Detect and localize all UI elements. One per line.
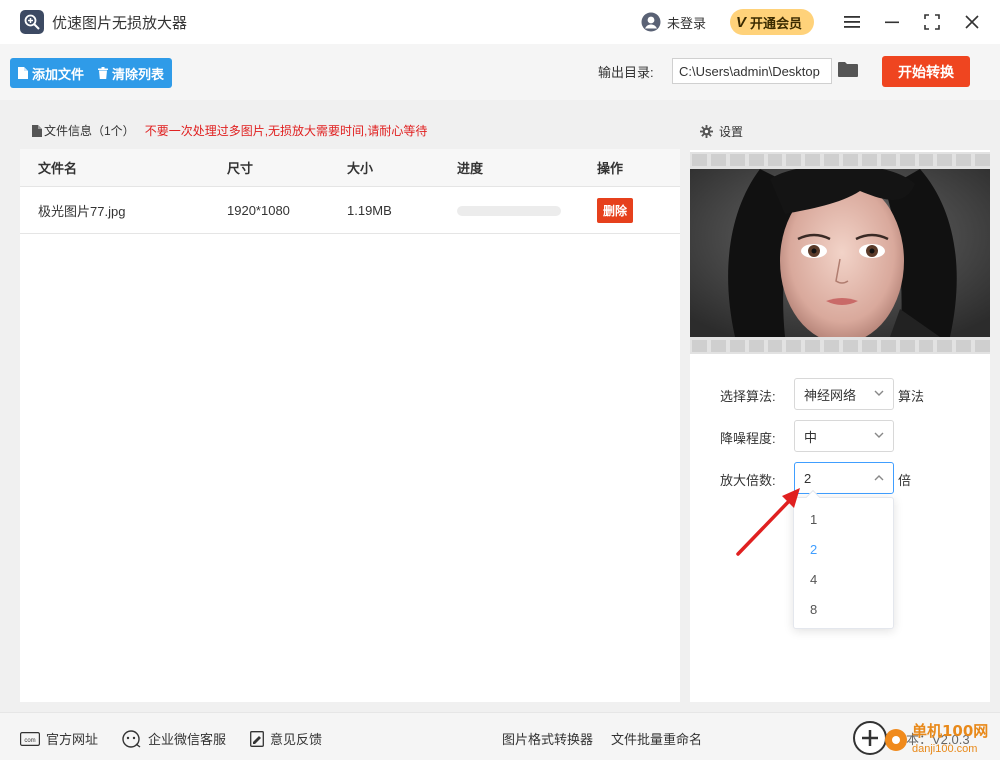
add-file-label: 添加文件	[32, 66, 85, 82]
algorithm-label: 选择算法:	[720, 389, 776, 404]
trash-icon	[98, 67, 109, 79]
file-panel-header: 文件信息（1个） 不要一次处理过多图片,无损放大需要时间,请耐心等待	[20, 112, 680, 149]
file-actions-group: 添加文件 清除列表	[10, 58, 173, 88]
chevron-down-icon	[874, 432, 884, 438]
watermark-site-name: 单机100网	[912, 722, 988, 740]
minimize-icon[interactable]	[872, 0, 912, 44]
clear-list-button[interactable]: 清除列表	[98, 64, 164, 83]
algorithm-select[interactable]: 神经网络	[794, 378, 894, 410]
denoise-value: 中	[804, 429, 818, 445]
preview-image	[690, 169, 990, 337]
progress-bar	[457, 206, 561, 216]
cell-filesize: 1.19MB	[347, 202, 392, 218]
svg-text:com: com	[24, 738, 35, 744]
file-icon	[18, 67, 28, 79]
batch-rename-label: 文件批量重命名	[611, 732, 703, 747]
website-icon: com	[20, 731, 40, 746]
wechat-service-link[interactable]: 企业微信客服	[122, 729, 226, 748]
watermark-site-url: danji100.com	[912, 743, 977, 755]
format-converter-label: 图片格式转换器	[502, 732, 594, 747]
col-header-action: 操作	[597, 161, 624, 176]
scale-suffix: 倍	[898, 473, 912, 488]
annotation-arrow-icon	[736, 488, 800, 556]
denoise-label: 降噪程度:	[720, 431, 776, 446]
document-icon	[32, 124, 42, 137]
chevron-down-icon	[874, 390, 884, 396]
official-website-link[interactable]: com 官方网址	[20, 729, 98, 748]
login-button[interactable]: 未登录	[641, 12, 706, 32]
folder-icon[interactable]	[838, 61, 858, 80]
output-dir-label: 输出目录:	[598, 65, 654, 80]
format-converter-link[interactable]: 图片格式转换器	[502, 729, 593, 748]
film-sprockets-bottom	[690, 338, 990, 354]
file-list-panel: 文件信息（1个） 不要一次处理过多图片,无损放大需要时间,请耐心等待 文件名 尺…	[20, 112, 680, 702]
algorithm-value: 神经网络	[804, 387, 857, 403]
start-convert-button[interactable]: 开始转换	[882, 56, 970, 87]
file-panel-warning: 不要一次处理过多图片,无损放大需要时间,请耐心等待	[144, 124, 428, 138]
scale-option[interactable]: 4	[794, 564, 894, 594]
col-header-filename: 文件名	[38, 161, 78, 176]
table-row[interactable]: 极光图片77.jpg 1920*1080 1.19MB 删除	[20, 187, 680, 234]
feedback-icon	[250, 730, 264, 747]
login-label: 未登录	[666, 15, 706, 31]
feedback-label: 意见反馈	[270, 732, 323, 747]
settings-title: 设置	[719, 124, 744, 139]
film-sprockets-top	[690, 152, 990, 168]
delete-button[interactable]: 删除	[597, 197, 634, 223]
col-header-dimensions: 尺寸	[227, 161, 254, 176]
close-icon[interactable]	[952, 0, 992, 44]
vip-label: 开通会员	[749, 15, 802, 31]
denoise-select[interactable]: 中	[794, 420, 894, 452]
table-header: 文件名 尺寸 大小 进度 操作	[20, 149, 680, 187]
title-bar: 优速图片无损放大器 未登录 V 开通会员	[0, 0, 1000, 44]
algorithm-suffix: 算法	[898, 389, 925, 404]
app-logo-icon	[20, 10, 44, 34]
output-dir-input[interactable]	[672, 58, 832, 84]
wechat-icon	[122, 729, 141, 748]
scale-option[interactable]: 8	[794, 594, 894, 624]
gear-icon	[700, 124, 713, 138]
vip-button[interactable]: V 开通会员	[729, 9, 814, 35]
preview-filmstrip	[690, 152, 990, 354]
menu-icon[interactable]	[832, 0, 872, 44]
wechat-service-label: 企业微信客服	[148, 732, 227, 747]
feedback-link[interactable]: 意见反馈	[250, 729, 322, 748]
clear-list-label: 清除列表	[112, 66, 165, 82]
col-header-progress: 进度	[457, 161, 484, 176]
vip-badge-icon: V	[735, 13, 746, 31]
settings-header: 设置	[690, 112, 990, 150]
batch-rename-link[interactable]: 文件批量重命名	[611, 729, 702, 748]
watermark-logo: 单机100网 danji100.com	[848, 716, 998, 760]
official-website-label: 官方网址	[46, 732, 99, 747]
cell-dimensions: 1920*1080	[227, 202, 290, 218]
cell-filename: 极光图片77.jpg	[38, 203, 126, 219]
col-header-size: 大小	[347, 161, 374, 176]
app-title: 优速图片无损放大器	[52, 14, 188, 32]
user-avatar-icon	[641, 12, 661, 32]
add-file-button[interactable]: 添加文件	[18, 64, 84, 83]
chevron-up-icon	[874, 475, 884, 481]
maximize-icon[interactable]	[912, 0, 952, 44]
file-panel-title: 文件信息（1个）	[44, 124, 135, 138]
